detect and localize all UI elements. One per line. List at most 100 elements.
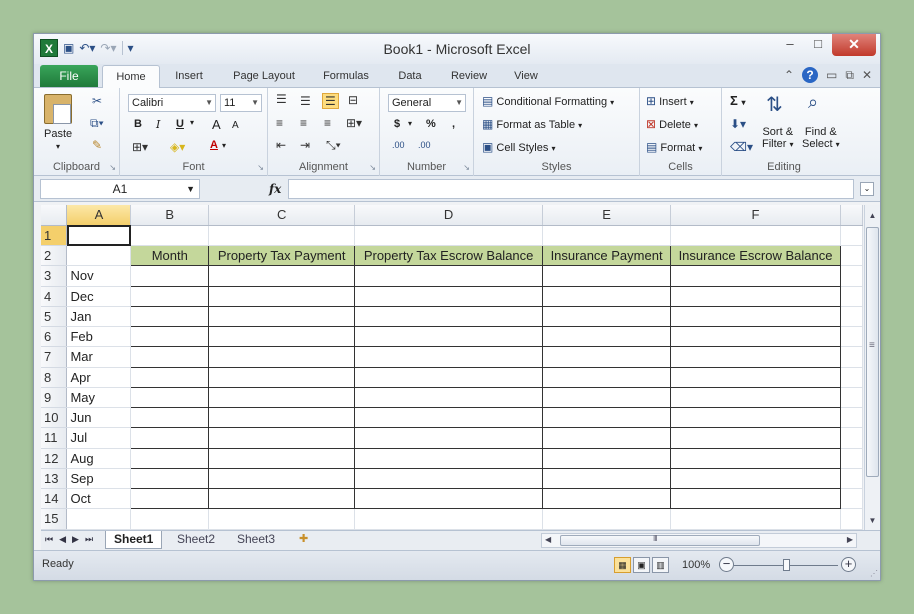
cell-c9[interactable] — [208, 386, 356, 409]
cell-overflow[interactable] — [840, 508, 863, 530]
workbook-minimize-icon[interactable]: ▭ — [826, 68, 837, 82]
row-header[interactable]: 7 — [41, 346, 68, 368]
clear-icon[interactable]: ⌫▾ — [730, 140, 753, 154]
tab-insert[interactable]: Insert — [164, 65, 214, 88]
scroll-up-icon[interactable]: ▲ — [865, 209, 880, 223]
close-button[interactable]: ✕ — [832, 34, 876, 56]
cell-d4[interactable] — [354, 285, 544, 307]
cell-f2[interactable]: Insurance Escrow Balance — [670, 244, 841, 267]
decrease-indent-icon[interactable]: ⇤ — [276, 138, 286, 152]
shrink-font-button[interactable]: A — [232, 120, 239, 131]
cut-icon[interactable]: ✂ — [92, 94, 102, 108]
insert-function-button[interactable]: fx — [269, 182, 281, 196]
normal-view-icon[interactable]: ▦ — [614, 557, 631, 573]
cell-b13[interactable] — [130, 467, 210, 490]
row-header[interactable]: 3 — [41, 265, 68, 287]
align-left-icon[interactable]: ≡ — [276, 116, 283, 130]
cell-e7[interactable] — [542, 346, 672, 368]
zoom-in-button[interactable]: + — [841, 557, 856, 572]
cell-b1[interactable] — [130, 225, 210, 247]
tab-page-layout[interactable]: Page Layout — [224, 65, 304, 88]
column-header[interactable]: E — [542, 205, 672, 226]
find-select-icon[interactable]: ⌕ — [808, 92, 818, 113]
cell-overflow[interactable] — [840, 407, 863, 429]
row-header[interactable]: 10 — [41, 407, 68, 429]
scroll-left-icon[interactable]: ◀ — [545, 535, 551, 544]
cell-d13[interactable] — [354, 467, 544, 490]
select-all-corner[interactable] — [41, 205, 68, 226]
fill-icon[interactable]: ⬇▾ — [730, 117, 746, 131]
cell-f13[interactable] — [670, 467, 841, 490]
cell-overflow[interactable] — [840, 427, 863, 449]
cell-b9[interactable] — [130, 386, 210, 409]
tab-view[interactable]: View — [504, 65, 548, 88]
dialog-launcher-icon[interactable]: ↘ — [463, 163, 470, 172]
cell-a12[interactable]: Aug — [66, 448, 132, 469]
tab-formulas[interactable]: Formulas — [314, 65, 378, 88]
cell-b2[interactable]: Month — [130, 244, 210, 267]
cell-f6[interactable] — [670, 325, 841, 348]
cell-c4[interactable] — [208, 285, 356, 307]
paste-button[interactable]: Paste — [44, 128, 72, 140]
row-header[interactable]: 12 — [41, 448, 68, 469]
cell-overflow[interactable] — [840, 488, 863, 510]
cell-d5[interactable] — [354, 305, 544, 328]
cell-c12[interactable] — [208, 447, 356, 469]
dialog-launcher-icon[interactable]: ↘ — [109, 163, 116, 172]
cell-f9[interactable] — [670, 386, 841, 409]
number-format-combo[interactable]: General ▼ — [388, 94, 466, 112]
font-color-button[interactable]: A — [210, 139, 218, 151]
cell-c7[interactable] — [208, 346, 356, 368]
decrease-decimal-button[interactable]: .00 — [418, 140, 431, 150]
cell-overflow[interactable] — [840, 225, 863, 247]
underline-button[interactable]: U — [176, 118, 184, 130]
cell-overflow[interactable] — [840, 387, 863, 409]
zoom-out-button[interactable]: − — [719, 557, 734, 572]
cell-overflow[interactable] — [840, 367, 863, 388]
wrap-text-icon[interactable]: ☰ — [322, 93, 339, 109]
cell-e4[interactable] — [542, 285, 672, 307]
cell-f4[interactable] — [670, 285, 841, 307]
column-header[interactable]: D — [354, 205, 544, 226]
page-break-view-icon[interactable]: ▥ — [652, 557, 669, 573]
align-right-icon[interactable]: ≡ — [324, 116, 331, 130]
cell-a13[interactable]: Sep — [66, 468, 132, 490]
cell-f5[interactable] — [670, 305, 841, 328]
cell-e10[interactable] — [542, 406, 672, 429]
row-header[interactable]: 15 — [41, 508, 68, 530]
cell-f7[interactable] — [670, 346, 841, 368]
font-name-combo[interactable]: Calibri ▼ — [128, 94, 216, 112]
cell-e2[interactable]: Insurance Payment — [542, 244, 672, 267]
currency-dropdown-icon[interactable]: ▾ — [408, 119, 412, 128]
top-align-icon[interactable]: ☰ — [276, 92, 287, 106]
cell-a14[interactable]: Oct — [66, 488, 132, 510]
sort-filter-button[interactable]: Sort & Filter ▾ — [762, 126, 794, 151]
tab-home[interactable]: Home — [102, 65, 160, 89]
currency-button[interactable]: $ — [394, 118, 400, 130]
zoom-slider-thumb[interactable] — [783, 559, 790, 571]
dialog-launcher-icon[interactable]: ↘ — [257, 163, 264, 172]
cell-b12[interactable] — [130, 447, 210, 469]
format-painter-icon[interactable]: ✎ — [92, 138, 102, 152]
copy-icon[interactable]: ⧉▾ — [90, 116, 104, 131]
cell-d10[interactable] — [354, 406, 544, 429]
minimize-ribbon-icon[interactable]: ⌃ — [784, 68, 794, 82]
cell-overflow[interactable] — [840, 245, 863, 267]
cell-b6[interactable] — [130, 325, 210, 348]
cell-d3[interactable] — [354, 265, 544, 287]
cell-a3[interactable]: Nov — [66, 265, 132, 287]
cell-c15[interactable] — [208, 508, 356, 530]
cell-c5[interactable] — [208, 305, 356, 328]
merge-icon[interactable]: ⊟ — [348, 93, 358, 107]
cell-overflow[interactable] — [840, 468, 863, 490]
grow-font-button[interactable]: A — [212, 117, 221, 132]
cell-d11[interactable] — [354, 427, 544, 449]
cell-c10[interactable] — [208, 406, 356, 429]
last-sheet-icon[interactable]: ⏭ — [85, 534, 93, 545]
cell-e13[interactable] — [542, 467, 672, 490]
row-header[interactable]: 5 — [41, 306, 68, 328]
dialog-launcher-icon[interactable]: ↘ — [369, 163, 376, 172]
next-sheet-icon[interactable]: ▶ — [72, 534, 79, 545]
cell-f3[interactable] — [670, 265, 841, 287]
cell-a5[interactable]: Jan — [66, 306, 132, 328]
